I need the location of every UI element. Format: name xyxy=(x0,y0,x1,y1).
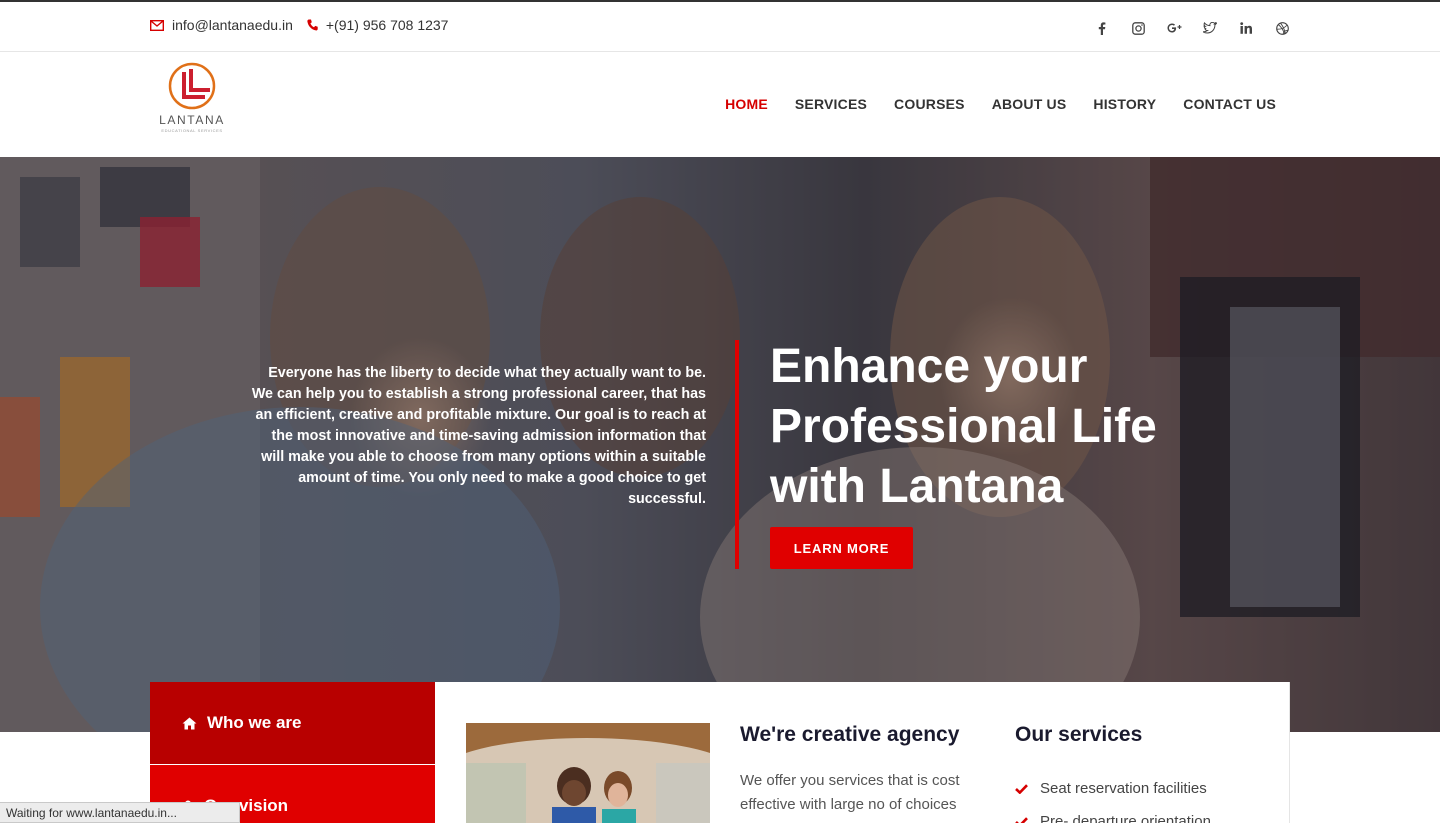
page: info@lantanaedu.in +(91) 956 708 1237 LA… xyxy=(0,0,1440,823)
main-nav: HOME SERVICES COURSES ABOUT US HISTORY C… xyxy=(698,96,1276,112)
logo-tagline: EDUCATIONAL SERVICES xyxy=(161,128,223,133)
envelope-icon xyxy=(150,19,164,31)
linkedin-icon[interactable] xyxy=(1236,18,1256,38)
hero-title: Enhance your Professional Life with Lant… xyxy=(770,340,1157,513)
service-label: Pre- departure orientation xyxy=(1040,813,1211,823)
main-header: LANTANA EDUCATIONAL SERVICES HOME SERVIC… xyxy=(0,52,1440,157)
browser-status-bar: Waiting for www.lantanaedu.in... xyxy=(0,802,240,823)
nav-history[interactable]: HISTORY xyxy=(1093,96,1156,112)
twitter-icon[interactable] xyxy=(1200,18,1220,38)
tab-label: Who we are xyxy=(207,713,302,732)
top-bar: info@lantanaedu.in +(91) 956 708 1237 xyxy=(0,0,1440,52)
hero-banner: Everyone has the liberty to decide what … xyxy=(0,157,1440,732)
nav-contact-us[interactable]: CONTACT US xyxy=(1183,96,1276,112)
service-label: Seat reservation facilities xyxy=(1040,780,1207,797)
phone-text: +(91) 956 708 1237 xyxy=(325,17,449,33)
check-icon xyxy=(1015,783,1028,794)
social-links xyxy=(1076,18,1292,38)
phone-link[interactable]: +(91) 956 708 1237 xyxy=(307,17,449,33)
learn-more-button[interactable]: LEARN MORE xyxy=(770,527,913,569)
students-photo xyxy=(466,723,710,823)
contact-info: info@lantanaedu.in +(91) 956 708 1237 xyxy=(150,17,462,33)
list-item: Pre- departure orientation xyxy=(1015,805,1211,823)
logo-wordmark: LANTANA xyxy=(159,113,225,127)
agency-description: We offer you services that is cost effec… xyxy=(740,772,960,813)
dribbble-icon[interactable] xyxy=(1272,18,1292,38)
check-icon xyxy=(1015,816,1028,823)
nav-about-us[interactable]: ABOUT US xyxy=(992,96,1067,112)
facebook-icon[interactable] xyxy=(1092,18,1112,38)
instagram-icon[interactable] xyxy=(1128,18,1148,38)
nav-home[interactable]: HOME xyxy=(725,96,768,112)
students-image xyxy=(466,723,710,823)
logo-mark xyxy=(168,62,216,110)
tab-who-we-are[interactable]: Who we are xyxy=(150,682,435,764)
lantana-logo[interactable]: LANTANA EDUCATIONAL SERVICES xyxy=(150,62,234,133)
email-link[interactable]: info@lantanaedu.in xyxy=(150,17,293,33)
agency-heading: We're creative agency xyxy=(740,723,960,746)
services-heading: Our services xyxy=(1015,723,1143,746)
hero-divider xyxy=(735,340,739,569)
services-list: Seat reservation facilities Pre- departu… xyxy=(1015,772,1211,823)
hero-description: Everyone has the liberty to decide what … xyxy=(251,365,706,507)
list-item: Seat reservation facilities xyxy=(1015,772,1211,805)
phone-icon xyxy=(307,19,318,31)
hero-overlay xyxy=(0,157,1440,732)
home-icon xyxy=(182,717,197,730)
google-plus-icon[interactable] xyxy=(1164,18,1184,38)
nav-services[interactable]: SERVICES xyxy=(795,96,867,112)
email-text: info@lantanaedu.in xyxy=(172,17,293,33)
nav-courses[interactable]: COURSES xyxy=(894,96,965,112)
